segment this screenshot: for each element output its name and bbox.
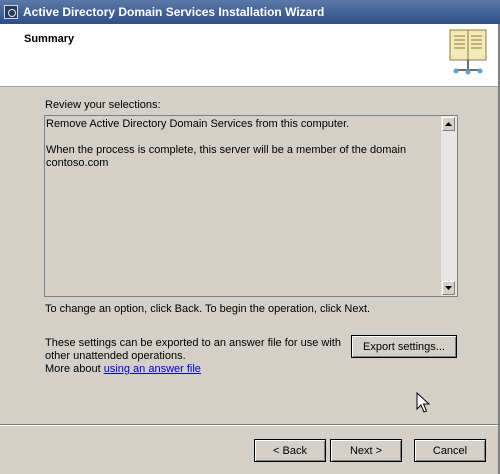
mouse-pointer-icon [416,392,430,413]
page-title: Summary [24,33,75,45]
ad-wizard-icon [4,5,18,19]
title-bar[interactable]: Active Directory Domain Services Install… [0,0,500,24]
scroll-down-button[interactable] [442,281,455,295]
vertical-scrollbar[interactable] [440,116,457,296]
wizard-header: Summary [0,24,500,87]
window-title: Active Directory Domain Services Install… [23,5,325,19]
book-icon [449,29,487,75]
divider [0,424,500,426]
instruction-text: To change an option, click Back. To begi… [45,303,371,315]
export-text: These settings can be exported to an ans… [45,337,341,362]
scroll-down-icon [445,286,452,290]
more-about-text: More about [45,363,104,375]
cancel-button[interactable]: Cancel [414,439,486,462]
next-button[interactable]: Next > [330,439,402,462]
back-button[interactable]: < Back [254,439,326,462]
scroll-up-button[interactable] [442,117,455,131]
export-settings-button[interactable]: Export settings... [351,335,457,358]
scroll-up-icon [445,122,452,126]
summary-text: Remove Active Directory Domain Services … [46,118,407,169]
export-description: These settings can be exported to an ans… [45,337,345,376]
summary-label: Review your selections: [45,99,161,111]
answer-file-link[interactable]: using an answer file [104,363,201,375]
summary-textbox[interactable]: Remove Active Directory Domain Services … [44,115,458,297]
